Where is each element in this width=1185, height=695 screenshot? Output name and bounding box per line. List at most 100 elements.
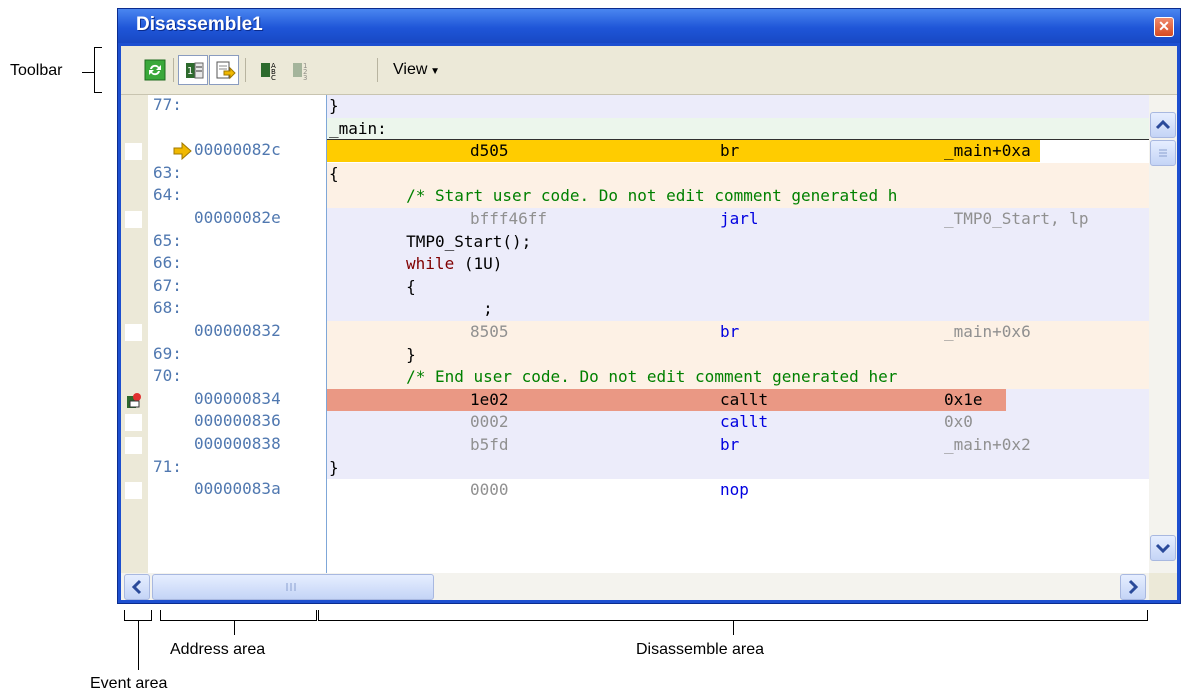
horizontal-scrollbar[interactable] (121, 573, 1149, 600)
instruction-row[interactable]: d505 br _main+0xa (327, 140, 1149, 163)
event-bracket-r (151, 610, 152, 620)
scroll-down-button[interactable] (1150, 535, 1176, 561)
source-row[interactable]: /* End user code. Do not edit comment ge… (327, 366, 1149, 389)
event-slot[interactable] (125, 143, 142, 161)
source-row[interactable]: while (1U) (327, 253, 1149, 276)
source-line-number: 77: (153, 95, 182, 114)
go-to-button[interactable] (209, 55, 239, 85)
event-area[interactable] (121, 95, 148, 573)
function-label: _main: (329, 118, 387, 138)
disassemble-area[interactable]: } _main: d505 br _main+0xa { /* Start user co… (327, 95, 1149, 573)
source-line-number: 63: (153, 162, 182, 182)
breakpoint-event-icon (127, 392, 141, 408)
scroll-left-button[interactable] (124, 574, 150, 600)
instruction-mnemonic: jarl (720, 209, 759, 228)
current-pc-highlight (327, 140, 1040, 163)
address-area: 77: 00000082c 63: 64: 00000082e 65: 66: 67: 68: 0… (148, 95, 327, 573)
vertical-scroll-thumb[interactable] (1150, 140, 1176, 166)
symbol-display-button[interactable]: A B C (255, 55, 285, 85)
label-row[interactable]: _main: (327, 117, 1149, 141)
source-row[interactable]: TMP0_Start(); (327, 230, 1149, 254)
instruction-row[interactable]: 1e02 callt 0x1e (327, 388, 1149, 412)
chevron-down-icon (1155, 543, 1171, 554)
view-menu-label: View (393, 61, 428, 78)
source-line-number: 68: (153, 298, 182, 318)
disassemble-window: Disassemble1 ✕ 1 A B C 1 2 3 View ▼ 77: … (117, 8, 1181, 604)
source-row[interactable]: ; (327, 298, 1149, 321)
instruction-address: 00000083a (194, 479, 281, 499)
event-slot[interactable] (125, 324, 142, 341)
source-text: { (329, 163, 339, 183)
source-comment: /* Start user code. Do not edit comment … (329, 186, 898, 206)
event-bracket-l (124, 610, 125, 620)
event-bracket-stem (138, 620, 139, 670)
toolbar-bracket-top (94, 47, 102, 48)
instruction-mnemonic: callt (720, 389, 769, 409)
svg-text:C: C (271, 74, 276, 81)
go-to-icon (216, 61, 236, 80)
address-bracket-stem (234, 620, 235, 635)
instruction-address: 000000834 (194, 388, 281, 408)
source-row[interactable]: { (327, 275, 1149, 299)
source-text: { (329, 276, 416, 296)
event-slot[interactable] (125, 482, 142, 500)
mixed-display-button[interactable]: 1 (178, 55, 208, 85)
current-pc-arrow-icon (173, 142, 193, 165)
toolbar: 1 A B C 1 2 3 View ▼ (121, 46, 1177, 95)
instruction-mnemonic: br (720, 322, 740, 341)
refresh-button[interactable] (140, 55, 170, 85)
source-line-number: 66: (153, 253, 182, 273)
svg-text:1: 1 (187, 66, 193, 77)
event-slot[interactable] (125, 392, 142, 409)
instruction-code: d505 (470, 141, 509, 161)
symbol-display-icon: A B C (261, 62, 276, 81)
instruction-operand: _main+0x6 (944, 322, 1031, 341)
instruction-address: 00000082e (194, 208, 281, 227)
event-slot[interactable] (125, 211, 142, 228)
view-menu-button[interactable]: View ▼ (393, 61, 440, 79)
horizontal-scroll-thumb[interactable] (152, 574, 434, 600)
instruction-operand: _TMP0_Start, lp (944, 209, 1089, 228)
source-text: } (329, 96, 339, 115)
event-slot[interactable] (125, 414, 142, 432)
instruction-code: 0002 (470, 412, 509, 432)
instruction-mnemonic: callt (720, 412, 769, 432)
scroll-up-button[interactable] (1150, 112, 1176, 138)
source-text: } (329, 457, 339, 477)
close-button[interactable]: ✕ (1154, 17, 1174, 37)
source-line-number: 64: (153, 185, 182, 205)
disassemble-bracket-stem (733, 620, 734, 635)
vertical-scrollbar[interactable] (1149, 95, 1177, 573)
title-bar[interactable]: Disassemble1 ✕ (118, 9, 1180, 43)
source-text: TMP0_Start(); (329, 231, 532, 251)
source-row[interactable]: } (327, 456, 1149, 480)
mixed-display-icon: 1 (186, 62, 204, 79)
instruction-row[interactable]: 0000 nop (327, 479, 1149, 502)
disassemble-bracket-l (318, 610, 319, 620)
instruction-row[interactable]: 8505 br _main+0x6 (327, 321, 1149, 344)
instruction-operand: 0x1e (944, 389, 983, 409)
window-title: Disassemble1 (136, 14, 263, 35)
source-text: ; (329, 299, 493, 319)
source-comment: /* End user code. Do not edit comment ge… (329, 367, 898, 387)
instruction-row[interactable]: bfff46ff jarl _TMP0_Start, lp (327, 208, 1149, 231)
source-line-number: 69: (153, 343, 182, 363)
scroll-right-button[interactable] (1120, 574, 1146, 600)
source-text: (1U) (454, 254, 503, 274)
instruction-row[interactable]: 0002 callt 0x0 (327, 411, 1149, 434)
toolbar-separator-3 (377, 58, 378, 82)
source-row[interactable]: /* Start user code. Do not edit comment … (327, 185, 1149, 208)
instruction-operand: _main+0x2 (944, 435, 1031, 454)
close-icon: ✕ (1158, 18, 1170, 34)
instruction-code: 0000 (470, 480, 509, 500)
source-line-number: 70: (153, 366, 182, 386)
source-row[interactable]: } (327, 95, 1149, 118)
scrollbar-corner (1149, 573, 1177, 600)
source-row[interactable]: { (327, 162, 1149, 186)
source-row[interactable]: } (327, 343, 1149, 367)
symbol-offset-button[interactable]: 1 2 3 (287, 55, 317, 85)
instruction-row[interactable]: b5fd br _main+0x2 (327, 434, 1149, 457)
event-slot[interactable] (125, 437, 142, 454)
toolbar-annotation: Toolbar (10, 62, 63, 79)
chevron-up-icon (1155, 119, 1171, 130)
